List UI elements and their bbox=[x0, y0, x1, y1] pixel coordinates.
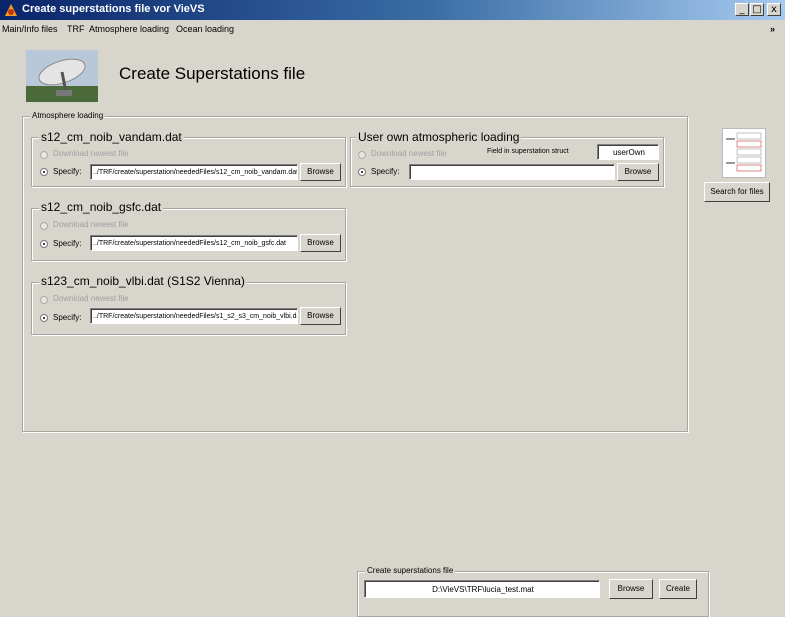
close-icon[interactable]: x bbox=[767, 3, 781, 16]
group-gsfc-title: s12_cm_noib_gsfc.dat bbox=[39, 200, 164, 214]
menu-bar: Main/Info files TRF Atmosphere loading O… bbox=[0, 21, 785, 37]
radio-specify-gsfc[interactable] bbox=[40, 240, 48, 248]
radio-specify-vlbi-label: Specify: bbox=[53, 313, 82, 322]
application-window: Create superstations file vor VieVS _ □ … bbox=[0, 0, 785, 617]
radio-specify-vlbi[interactable] bbox=[40, 314, 48, 322]
field-struct-input[interactable]: userOwn bbox=[597, 144, 659, 160]
radio-telescope-icon bbox=[26, 50, 98, 102]
window-title: Create superstations file vor VieVS bbox=[22, 3, 205, 15]
radio-download-user-own[interactable] bbox=[358, 151, 366, 159]
radio-specify-gsfc-label: Specify: bbox=[53, 239, 82, 248]
radio-download-gsfc[interactable] bbox=[40, 222, 48, 230]
menu-main-info-files[interactable]: Main/Info files bbox=[2, 24, 58, 34]
radio-specify-vandam[interactable] bbox=[40, 168, 48, 176]
radio-download-vlbi[interactable] bbox=[40, 296, 48, 304]
radio-download-vlbi-label: Download newest file bbox=[53, 294, 129, 303]
title-bar[interactable]: Create superstations file vor VieVS _ □ … bbox=[0, 0, 785, 20]
path-input-vandam[interactable]: ../TRF/create/superstation/neededFiles/s… bbox=[90, 164, 298, 180]
menu-atmosphere-loading[interactable]: Atmosphere loading bbox=[89, 24, 169, 34]
browse-button-vlbi[interactable]: Browse bbox=[300, 307, 341, 325]
output-path-input[interactable]: D:\VieVS\TRF\lucia_test.mat bbox=[364, 580, 600, 598]
file-preview-icon bbox=[722, 128, 766, 178]
browse-button-user-own[interactable]: Browse bbox=[617, 163, 659, 181]
vievs-logo-icon bbox=[5, 4, 17, 16]
atmosphere-loading-label: Atmosphere loading bbox=[30, 111, 106, 120]
radio-download-gsfc-label: Download newest file bbox=[53, 220, 129, 229]
radio-specify-vandam-label: Specify: bbox=[53, 167, 82, 176]
create-button[interactable]: Create bbox=[659, 579, 697, 599]
radio-specify-user-own[interactable] bbox=[358, 168, 366, 176]
group-vandam-title: s12_cm_noib_vandam.dat bbox=[39, 130, 184, 144]
browse-output-button[interactable]: Browse bbox=[609, 579, 653, 599]
menu-trf[interactable]: TRF bbox=[67, 24, 85, 34]
menu-overflow-icon[interactable]: » bbox=[770, 24, 775, 34]
radio-download-user-own-label: Download newest file bbox=[371, 149, 447, 158]
menu-ocean-loading[interactable]: Ocean loading bbox=[176, 24, 234, 34]
group-vlbi-title: s123_cm_noib_vlbi.dat (S1S2 Vienna) bbox=[39, 274, 247, 288]
group-user-own-title: User own atmospheric loading bbox=[356, 130, 522, 144]
create-panel-label: Create superstations file bbox=[365, 566, 456, 575]
browse-button-gsfc[interactable]: Browse bbox=[300, 234, 341, 252]
path-input-user-own[interactable] bbox=[409, 164, 615, 180]
search-for-files-button[interactable]: Search for files bbox=[704, 182, 770, 202]
radio-specify-user-own-label: Specify: bbox=[371, 167, 400, 176]
page-title: Create Superstations file bbox=[119, 64, 306, 83]
browse-button-vandam[interactable]: Browse bbox=[300, 163, 341, 181]
field-struct-label: Field in superstation struct bbox=[487, 148, 569, 155]
path-input-gsfc[interactable]: ../TRF/create/superstation/neededFiles/s… bbox=[90, 235, 298, 251]
radio-download-vandam[interactable] bbox=[40, 151, 48, 159]
radio-download-vandam-label: Download newest file bbox=[53, 149, 129, 158]
minimize-icon[interactable]: _ bbox=[735, 3, 749, 16]
path-input-vlbi[interactable]: ../TRF/create/superstation/neededFiles/s… bbox=[90, 308, 298, 324]
maximize-icon[interactable]: □ bbox=[750, 3, 764, 16]
